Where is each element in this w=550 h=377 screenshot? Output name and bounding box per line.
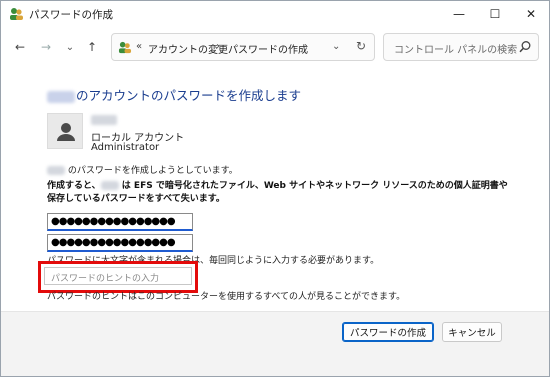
confirm-password-field[interactable]: ●●●●●●●●●●●●●●●●	[47, 234, 193, 252]
refresh-icon[interactable]: ↻	[356, 39, 366, 53]
warning-text: 作成すると、 は EFS で暗号化されたファイル、Web サイトやネットワーク …	[47, 180, 509, 206]
page-title-text: のアカウントのパスワードを作成します	[76, 88, 302, 103]
cancel-button[interactable]: キャンセル	[442, 322, 502, 342]
title-bar: パスワードの作成 — ☐ ✕	[1, 1, 549, 27]
password-mask: ●●●●●●●●●●●●●●●●	[51, 216, 176, 227]
maximize-button[interactable]: ☐	[477, 1, 513, 27]
hint-visibility-note: パスワードのヒントはこのコンピューターを使用するすべての人が見ることができます。	[47, 292, 406, 302]
address-dropdown-icon[interactable]: ⌄	[332, 41, 340, 52]
redacted-account-name	[91, 115, 117, 125]
avatar	[47, 113, 83, 149]
close-button[interactable]: ✕	[513, 1, 549, 27]
user-accounts-icon	[118, 41, 132, 54]
minimize-button[interactable]: —	[441, 1, 477, 27]
account-role: Administrator	[91, 142, 160, 153]
redacted-username	[100, 181, 119, 190]
main-content: のアカウントのパスワードを作成します ローカル アカウント Administra…	[1, 67, 549, 323]
info-text-body: のパスワードを作成しようとしています。	[67, 166, 238, 176]
navigation-bar: ← → ⌄ ↑ « アカウントの変更 › パスワードの作成 ⌄ ↻ コントロール…	[1, 29, 549, 65]
info-text: のパスワードを作成しようとしています。	[47, 163, 238, 176]
confirm-password-mask: ●●●●●●●●●●●●●●●●	[51, 237, 176, 248]
create-password-button[interactable]: パスワードの作成	[342, 322, 434, 342]
overflow-chevron-icon[interactable]: «	[136, 41, 142, 52]
user-accounts-icon	[10, 8, 23, 20]
arrow-right-icon[interactable]: →	[37, 38, 55, 56]
search-icon[interactable]	[518, 40, 532, 54]
arrow-up-icon[interactable]: ↑	[83, 38, 101, 56]
breadcrumb-separator-icon[interactable]: ›	[216, 41, 220, 52]
redacted-username	[47, 166, 65, 175]
arrow-left-icon[interactable]: ←	[11, 38, 29, 56]
breadcrumb-create-password[interactable]: パスワードの作成	[228, 41, 308, 56]
button-bar: パスワードの作成 キャンセル	[1, 311, 549, 376]
new-password-field[interactable]: ●●●●●●●●●●●●●●●●	[47, 213, 193, 231]
warning-prefix: 作成すると、	[47, 181, 101, 191]
address-bar[interactable]: « アカウントの変更 › パスワードの作成 ⌄ ↻	[111, 33, 375, 61]
search-input[interactable]: コントロール パネルの検索	[394, 41, 517, 56]
search-box[interactable]: コントロール パネルの検索	[383, 33, 539, 61]
user-icon	[57, 123, 75, 141]
page-title: のアカウントのパスワードを作成します	[47, 85, 301, 104]
chevron-down-icon[interactable]: ⌄	[61, 38, 79, 56]
create-password-window: パスワードの作成 — ☐ ✕ ← → ⌄ ↑ « アカウントの変更 › パスワー…	[0, 0, 550, 377]
redacted-username	[47, 90, 75, 103]
window-title: パスワードの作成	[29, 9, 113, 21]
